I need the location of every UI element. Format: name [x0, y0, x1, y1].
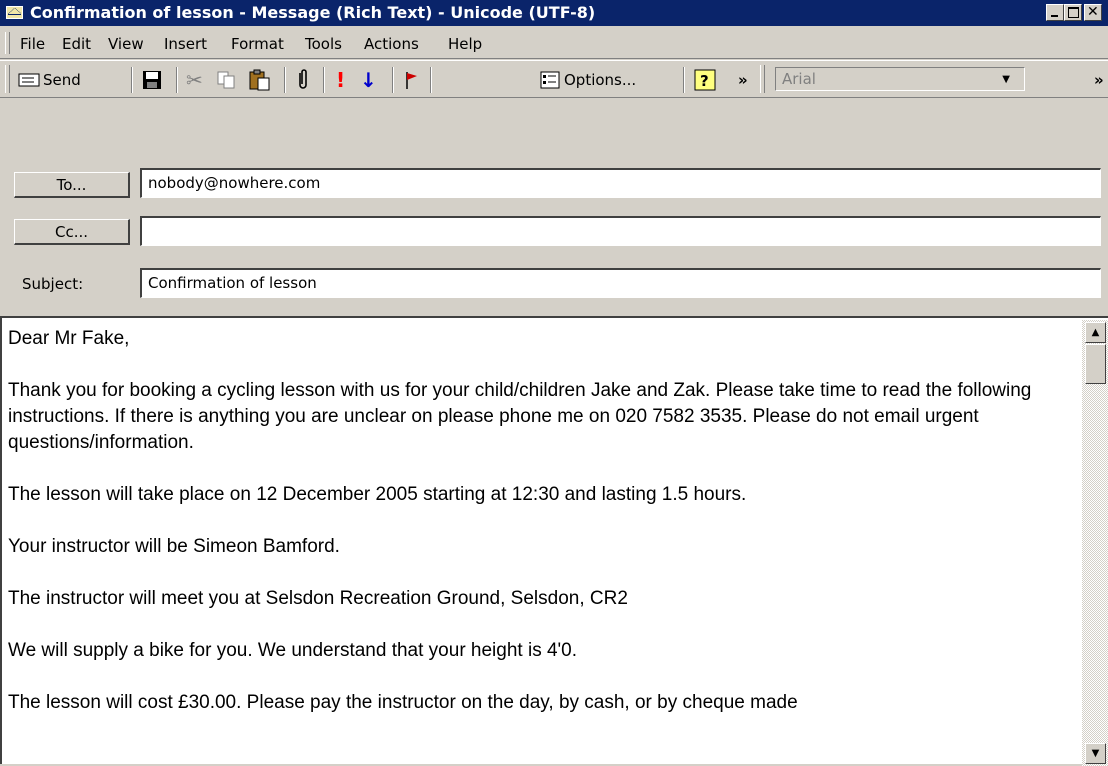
toolbar-separator [323, 67, 325, 93]
to-button[interactable]: To... [14, 172, 130, 198]
chevron-more-icon: » [738, 71, 748, 89]
save-icon [143, 71, 161, 89]
body-paragraph: The lesson will cost £30.00. Please pay … [8, 692, 798, 713]
send-button[interactable]: Send [18, 68, 81, 92]
arrow-up-icon: ▲ [1091, 327, 1100, 338]
cc-field[interactable] [140, 216, 1101, 246]
minimize-button[interactable] [1046, 4, 1064, 21]
help-button[interactable]: ? [694, 68, 716, 92]
menu-bar: File Edit View Insert Format Tools Actio… [0, 28, 1108, 59]
font-name-select[interactable]: Arial ▼ [775, 67, 1025, 91]
menu-view[interactable]: View [108, 35, 144, 53]
menu-edit[interactable]: Edit [62, 35, 91, 53]
help-icon: ? [694, 69, 716, 91]
menu-actions[interactable]: Actions [364, 35, 419, 53]
toolbar-overflow-button[interactable]: » [738, 68, 748, 92]
paste-button[interactable] [248, 68, 270, 92]
menu-grip[interactable] [5, 32, 10, 54]
minimize-icon [1051, 15, 1058, 17]
formatting-overflow-button[interactable]: » [1094, 68, 1104, 92]
paste-icon [249, 69, 270, 91]
toolbar-grip[interactable] [760, 65, 765, 93]
toolbar-separator [284, 67, 286, 93]
scroll-up-button[interactable]: ▲ [1085, 322, 1106, 343]
scroll-down-button[interactable]: ▼ [1085, 743, 1106, 764]
body-paragraph: Dear Mr Fake, [8, 328, 130, 349]
importance-low-button[interactable]: ↓ [360, 68, 377, 92]
window-title: Confirmation of lesson - Message (Rich T… [30, 3, 596, 22]
body-paragraph: The instructor will meet you at Selsdon … [8, 588, 628, 609]
body-paragraph: Thank you for booking a cycling lesson w… [8, 380, 1032, 453]
high-importance-icon: ! [336, 68, 346, 92]
arrow-down-icon: ▼ [1091, 748, 1100, 759]
standard-toolbar: Send ✂ ! ↓ Options... ? » Arial ▼ » [0, 60, 1108, 98]
flag-button[interactable] [402, 68, 420, 92]
save-button[interactable] [142, 68, 162, 92]
svg-text:?: ? [700, 72, 709, 90]
menu-help[interactable]: Help [448, 35, 482, 53]
importance-high-button[interactable]: ! [336, 68, 345, 92]
cut-icon: ✂ [186, 68, 203, 92]
toolbar-separator [430, 67, 432, 93]
toolbar-separator [131, 67, 133, 93]
cc-button[interactable]: Cc... [14, 219, 130, 245]
flag-icon [406, 72, 417, 89]
scroll-thumb[interactable] [1085, 344, 1106, 384]
toolbar-grip[interactable] [5, 65, 10, 93]
dropdown-arrow-icon: ▼ [1002, 74, 1010, 85]
close-button[interactable]: ✕ [1084, 4, 1102, 21]
chevron-more-icon: » [1094, 71, 1104, 89]
body-paragraph: Your instructor will be Simeon Bamford. [8, 536, 340, 557]
send-icon [18, 73, 40, 87]
toolbar-separator [392, 67, 394, 93]
attach-button[interactable] [294, 68, 312, 92]
menu-format[interactable]: Format [231, 35, 284, 53]
options-label: Options... [564, 71, 637, 89]
maximize-button[interactable] [1064, 4, 1082, 21]
toolbar-separator [176, 67, 178, 93]
options-button[interactable]: Options... [540, 68, 636, 92]
copy-button[interactable] [216, 68, 236, 92]
copy-icon [217, 71, 235, 89]
send-label: Send [43, 71, 81, 89]
message-text[interactable]: Dear Mr Fake, Thank you for booking a cy… [8, 326, 1076, 742]
subject-label: Subject: [22, 275, 84, 293]
body-paragraph: We will supply a bike for you. We unders… [8, 640, 578, 661]
subject-field[interactable]: Confirmation of lesson [140, 268, 1101, 298]
toolbar-separator [683, 67, 685, 93]
close-icon: ✕ [1087, 4, 1099, 20]
options-icon [540, 71, 560, 89]
title-bar[interactable]: Confirmation of lesson - Message (Rich T… [0, 0, 1108, 26]
attach-icon [299, 69, 307, 89]
body-paragraph: The lesson will take place on 12 Decembe… [8, 484, 747, 505]
menu-file[interactable]: File [20, 35, 45, 53]
vertical-scrollbar[interactable]: ▲ ▼ [1082, 320, 1108, 766]
message-body[interactable]: Dear Mr Fake, Thank you for booking a cy… [0, 316, 1108, 766]
low-importance-icon: ↓ [360, 68, 377, 92]
maximize-icon [1068, 7, 1079, 18]
envelope-icon [6, 6, 23, 19]
menu-tools[interactable]: Tools [305, 35, 342, 53]
cut-button[interactable]: ✂ [186, 68, 203, 92]
to-field[interactable]: nobody@nowhere.com [140, 168, 1101, 198]
menu-insert[interactable]: Insert [164, 35, 207, 53]
font-name-value: Arial [782, 70, 816, 88]
